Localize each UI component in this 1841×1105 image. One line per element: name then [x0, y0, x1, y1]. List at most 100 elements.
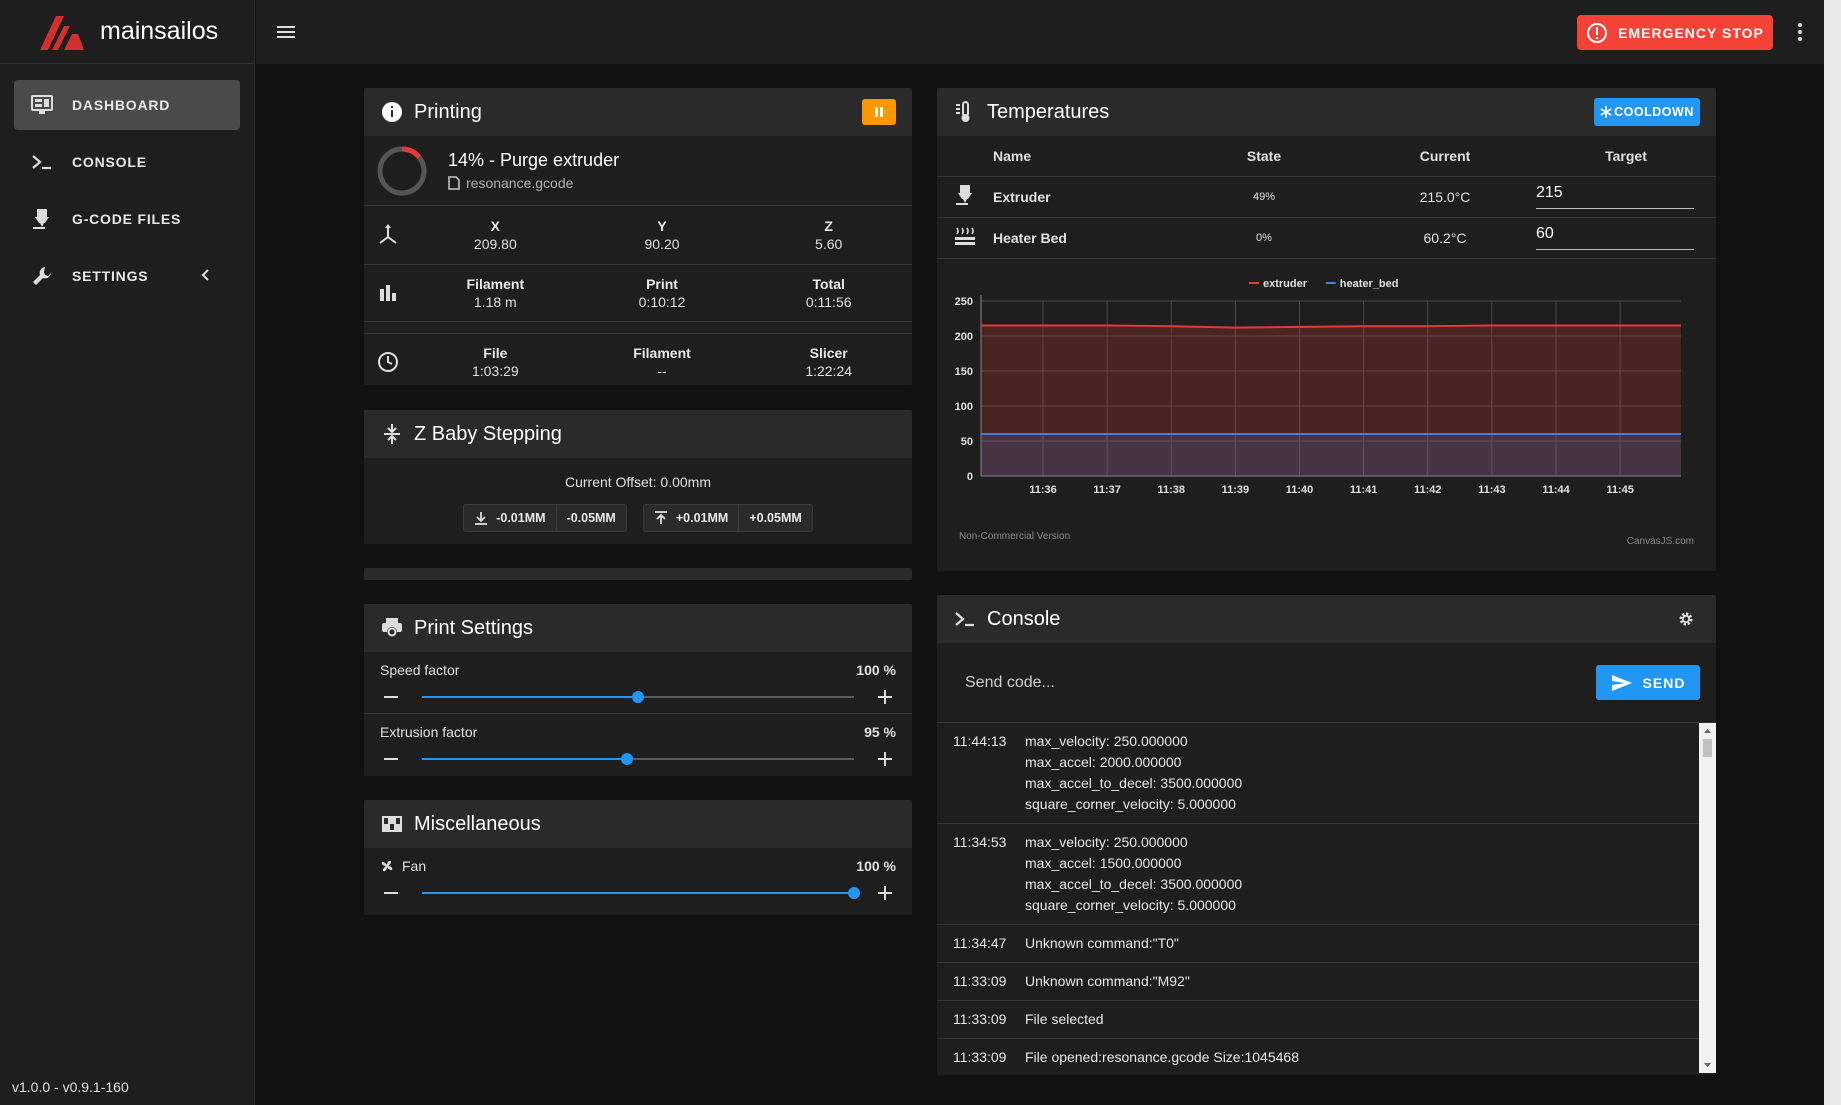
fan-control: Fan 100 % [364, 848, 912, 910]
table-row: Extruder 49% 215.0°C 215 [937, 176, 1716, 218]
x-tick-label: 11:43 [1478, 484, 1506, 496]
send-icon [1611, 674, 1632, 691]
estimate-file: File 1:03:29 [471, 344, 519, 379]
brand[interactable]: mainsailos [0, 0, 254, 64]
x-tick-label: 11:41 [1350, 484, 1378, 496]
more-vertical-icon[interactable] [1788, 20, 1812, 44]
fan-decrease-button[interactable] [380, 882, 402, 904]
step-up-group: +0.01MM +0.05MM [642, 504, 813, 532]
extrusion-decrease-button[interactable] [380, 748, 402, 770]
stat-filament: Filament 1.18 m [466, 276, 525, 310]
console-scroll-thumb[interactable] [1703, 739, 1712, 757]
step-up-005-button[interactable]: +0.05MM [739, 505, 811, 531]
position-row: X 209.80 Y 90.20 Z 5.60 [364, 206, 912, 265]
log-entry: 11:33:09 File selected [937, 1001, 1716, 1039]
nav-item-settings[interactable]: SETTINGS [14, 251, 240, 301]
nav-item-dashboard[interactable]: DASHBOARD [14, 80, 240, 130]
print-settings-card: Print Settings Speed factor 100 % Extrus… [364, 604, 912, 776]
progress-ring [377, 146, 427, 195]
estimate-slicer: Slicer 1:22:24 [805, 344, 853, 379]
miscellaneous-title: Miscellaneous [414, 812, 541, 835]
nav-item-label: DASHBOARD [72, 97, 171, 113]
scroll-down-arrow-icon[interactable] [1699, 1059, 1716, 1071]
baby-stepping-header: Z Baby Stepping [364, 410, 912, 458]
col-state: State [1174, 136, 1354, 177]
temperatures-card: Temperatures COOLDOWN Name State Current… [937, 88, 1716, 571]
collapsed-card [364, 568, 912, 580]
fan-slider[interactable] [422, 887, 860, 899]
x-tick-label: 11:38 [1157, 484, 1185, 496]
step-up-001-button[interactable]: +0.01MM [644, 505, 740, 531]
heaters-table: Name State Current Target Extruder 49% 2… [937, 136, 1716, 259]
fan-increase-button[interactable] [874, 882, 896, 904]
chart-watermark-left: Non-Commercial Version [959, 531, 1070, 542]
temperature-chart-svg: 0 50 100 150 200 250 11:36 11:37 11:38 11:39 11:40… [955, 278, 1694, 547]
pause-button[interactable] [862, 99, 896, 125]
extrusion-factor-slider[interactable] [422, 753, 854, 765]
speed-factor-slider[interactable] [422, 691, 854, 703]
plus-icon [878, 886, 892, 900]
cooldown-button[interactable]: COOLDOWN [1594, 98, 1700, 126]
print-settings-header: Print Settings [364, 604, 912, 652]
log-entry: 11:33:09 Unknown command:"M92" [937, 963, 1716, 1001]
speed-decrease-button[interactable] [380, 686, 402, 708]
log-time: 11:34:47 [953, 935, 1007, 951]
extrusion-factor-control: Extrusion factor 95 % [364, 714, 912, 776]
sidebar: mainsailos DASHBOARD CONSOLE G-CODE FILE… [0, 0, 255, 1105]
log-message: max_velocity: 250.000000 max_accel: 1500… [1025, 834, 1243, 913]
thermometer-lines-icon [953, 100, 977, 124]
heater-name: Extruder [993, 176, 1174, 218]
info-icon [380, 100, 404, 124]
extrusion-factor-label: Extrusion factor [380, 724, 478, 740]
extrusion-increase-button[interactable] [874, 748, 896, 770]
position-x: X 209.80 [473, 218, 517, 252]
x-tick-label: 11:42 [1414, 484, 1442, 496]
chevron-left-icon[interactable] [200, 268, 210, 282]
printing-header: Printing [364, 88, 912, 136]
step-down-001-button[interactable]: -0.01MM [464, 505, 557, 531]
emergency-stop-label: EMERGENCY STOP [1618, 24, 1764, 41]
y-tick-label: 250 [955, 296, 973, 308]
temperature-chart: 0 50 100 150 200 250 11:36 11:37 11:38 11:39 11:40… [937, 259, 1716, 564]
pause-icon [875, 107, 883, 117]
col-name: Name [993, 136, 1174, 177]
console-icon [30, 150, 54, 174]
y-tick-label: 100 [955, 401, 973, 413]
printer-3d-nozzle-icon [30, 207, 54, 231]
speed-increase-button[interactable] [874, 686, 896, 708]
job-title: 14% - Purge extruder [448, 150, 620, 170]
estimates-row: File 1:03:29 Filament -- Slicer 1:22:24 [364, 334, 912, 385]
emergency-stop-button[interactable]: EMERGENCY STOP [1577, 15, 1773, 50]
y-tick-label: 200 [955, 331, 973, 343]
y-tick-label: 150 [955, 366, 973, 378]
x-tick-label: 11:37 [1093, 484, 1121, 496]
baby-stepping-title: Z Baby Stepping [414, 422, 562, 445]
bed-target-input[interactable]: 60 [1536, 225, 1694, 250]
page-scrollbar[interactable] [1824, 0, 1841, 1105]
scroll-up-arrow-icon[interactable] [1699, 725, 1716, 737]
step-down-005-button[interactable]: -0.05MM [557, 505, 626, 531]
fan-label: Fan [380, 858, 896, 874]
console-scrollbar[interactable] [1699, 723, 1716, 1073]
console-log: 11:44:13 max_velocity: 250.000000 max_acc… [937, 723, 1716, 1073]
minus-icon [384, 758, 398, 760]
step-down-group: -0.01MM -0.05MM [463, 504, 627, 532]
console-command-input[interactable]: Send code... [965, 674, 1596, 692]
gear-icon[interactable] [1678, 611, 1694, 627]
col-target: Target [1536, 136, 1716, 177]
log-entry: 11:34:53 max_velocity: 250.000000 max_acc… [937, 824, 1716, 925]
arrow-down-icon [475, 512, 488, 525]
plus-icon [878, 690, 892, 704]
x-tick-label: 11:44 [1542, 484, 1570, 496]
heater-current: 60.2°C [1354, 217, 1536, 259]
nav-item-console[interactable]: CONSOLE [14, 137, 240, 187]
extruder-target-input[interactable]: 215 [1536, 184, 1694, 209]
nav-item-gcode-files[interactable]: G-CODE FILES [14, 194, 240, 244]
hamburger-menu-icon[interactable] [274, 20, 298, 44]
fan-icon [381, 860, 393, 872]
extrusion-factor-value: 95 % [864, 724, 896, 740]
clock-icon [378, 351, 398, 372]
send-button[interactable]: SEND [1596, 665, 1700, 700]
snowflake-icon [1600, 106, 1612, 118]
table-row: Heater Bed 0% 60.2°C 60 [937, 217, 1716, 259]
